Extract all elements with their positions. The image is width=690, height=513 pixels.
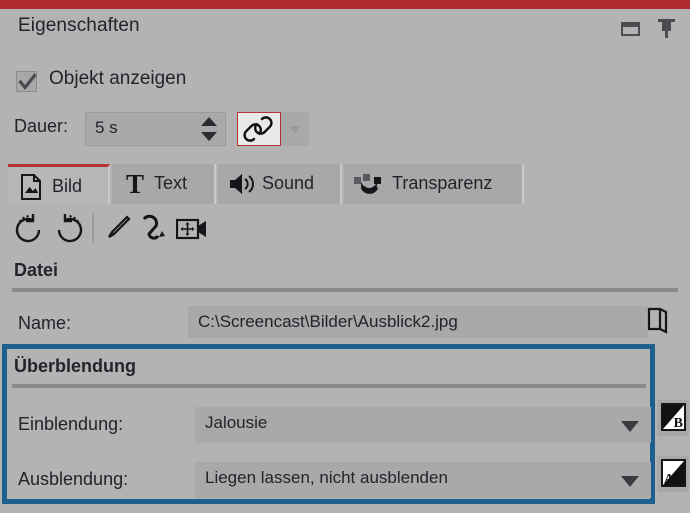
chevron-down-icon [621,421,639,432]
file-group-rule [12,288,678,292]
text-T-icon: T [122,168,148,203]
accent-bar [0,0,690,9]
tab-bild[interactable]: Bild [8,164,110,204]
window-dock-icon[interactable] [620,18,642,40]
tab-transparenz-label: Transparenz [392,173,493,193]
folder-open-icon[interactable] [645,306,671,336]
duration-label: Dauer: [14,116,69,136]
duration-spinner-arrows[interactable] [201,116,217,144]
duration-stepper[interactable]: 5 s [85,112,226,146]
transparency-icon [354,173,384,200]
triangle-up-icon[interactable] [201,117,217,126]
check-icon [18,73,37,91]
file-name-field[interactable]: C:\Screencast\Bilder\Ausblick2.jpg [188,306,648,338]
link-duration-button[interactable] [237,112,281,146]
transition-group-heading: Überblendung [14,356,136,376]
rotate-left-icon[interactable] [12,212,46,251]
svg-text:T: T [126,169,144,198]
fade-out-value: Liegen lassen, nicht ausblenden [205,468,448,487]
tab-transparenz[interactable]: Transparenz [344,164,524,204]
object-visible-checkbox[interactable] [16,71,37,92]
image-file-icon [20,174,42,205]
brush-icon[interactable] [102,214,132,249]
fade-in-dropdown[interactable]: Jalousie [195,407,651,443]
fade-out-a-letter: A [664,472,675,487]
tab-text[interactable]: T Text [112,164,216,204]
panel-titlebar: Eigenschaften [0,9,690,48]
toolbar-separator [92,213,94,243]
file-group-heading: Datei [14,260,59,280]
tab-sound-label: Sound [262,173,315,193]
panel-title: Eigenschaften [18,15,140,36]
rotate-right-icon[interactable] [52,212,86,251]
tab-text-label: Text [154,173,188,193]
fade-out-a-icon[interactable]: A [657,456,689,492]
properties-panel: Eigenschaften Objekt anzeigen Dauer: 5 s [0,0,690,513]
fade-out-dropdown[interactable]: Liegen lassen, nicht ausblenden [195,462,651,498]
pin-icon[interactable] [656,18,678,40]
fade-in-b-letter: B [673,416,683,431]
chevron-down-icon [289,126,301,133]
fade-in-b-icon[interactable]: B [657,400,689,436]
speaker-icon [228,172,256,201]
link-mode-dropdown[interactable] [281,112,309,146]
duration-value: 5 s [95,118,118,137]
tab-sound[interactable]: Sound [218,164,342,204]
triangle-down-icon[interactable] [201,132,217,141]
camera-pan-icon[interactable] [175,217,210,246]
file-name-value: C:\Screencast\Bilder\Ausblick2.jpg [198,312,458,331]
name-label: Name: [18,313,72,333]
image-toolbar [8,210,228,248]
tab-bild-label: Bild [52,176,83,196]
fade-in-label: Einblendung: [18,414,124,434]
fade-out-label: Ausblendung: [18,469,129,489]
fade-in-value: Jalousie [205,413,268,432]
chevron-down-icon [621,476,639,487]
transition-group-rule [12,384,646,388]
curve-path-icon[interactable] [138,213,168,250]
object-visible-label: Objekt anzeigen [49,68,187,89]
link-chain-icon [243,116,273,142]
